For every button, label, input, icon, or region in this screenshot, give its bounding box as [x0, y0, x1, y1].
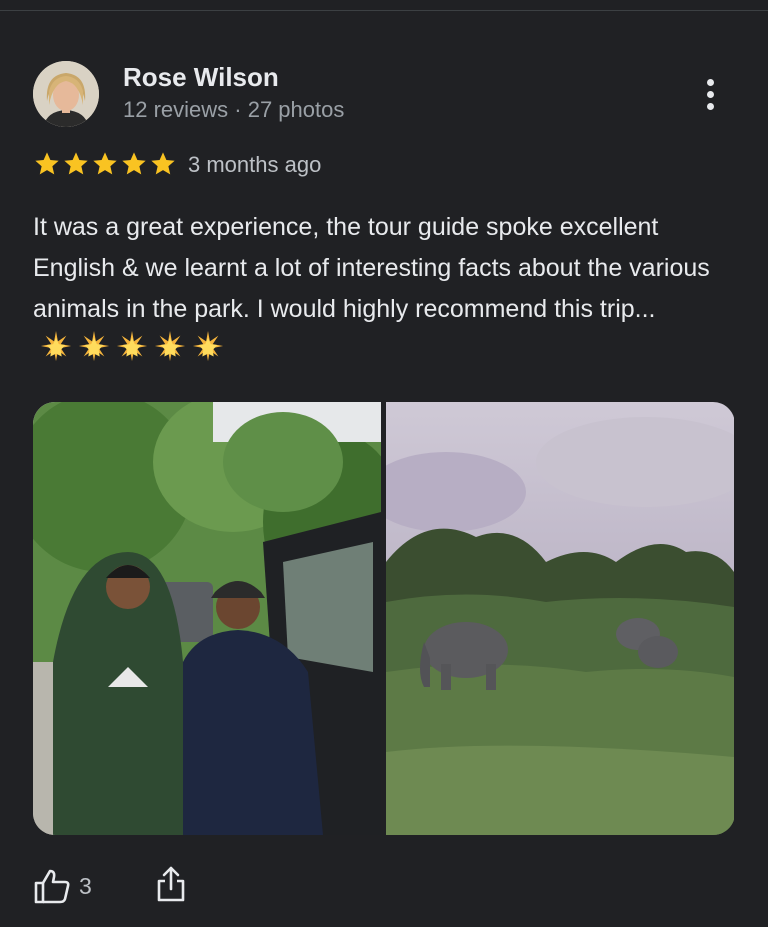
review-time: 3 months ago — [188, 152, 322, 177]
glowing-star-icon — [40, 330, 72, 362]
more-vertical-icon[interactable] — [694, 72, 726, 116]
share-button[interactable] — [156, 865, 186, 908]
glowing-star-icon — [154, 330, 186, 362]
review-actions: 3 — [33, 864, 186, 908]
thumb-up-icon — [34, 869, 70, 904]
star-icon — [122, 152, 146, 175]
author-name[interactable]: Rose Wilson — [123, 62, 279, 93]
like-button[interactable]: 3 — [33, 868, 92, 904]
author-meta: 12 reviews · 27 photos — [123, 97, 345, 122]
top-divider — [0, 10, 768, 11]
share-icon — [157, 866, 185, 901]
review-text[interactable]: It was a great experience, the tour guid… — [33, 207, 733, 371]
photo-guides-by-jeep[interactable] — [33, 402, 381, 835]
like-count: 3 — [79, 872, 92, 899]
sparkle-emojis — [39, 330, 225, 364]
review-photos — [33, 402, 735, 835]
star-icon — [35, 152, 59, 175]
review-body: It was a great experience, the tour guid… — [33, 213, 710, 323]
glowing-star-icon — [116, 330, 148, 362]
glowing-star-icon — [78, 330, 110, 362]
avatar[interactable] — [33, 61, 99, 127]
photo-elephants-in-bush[interactable] — [386, 402, 734, 835]
glowing-star-icon — [192, 330, 224, 362]
star-icon — [64, 152, 88, 175]
star-icon — [151, 152, 175, 175]
star-icon — [93, 152, 117, 175]
rating-stars — [33, 150, 177, 180]
